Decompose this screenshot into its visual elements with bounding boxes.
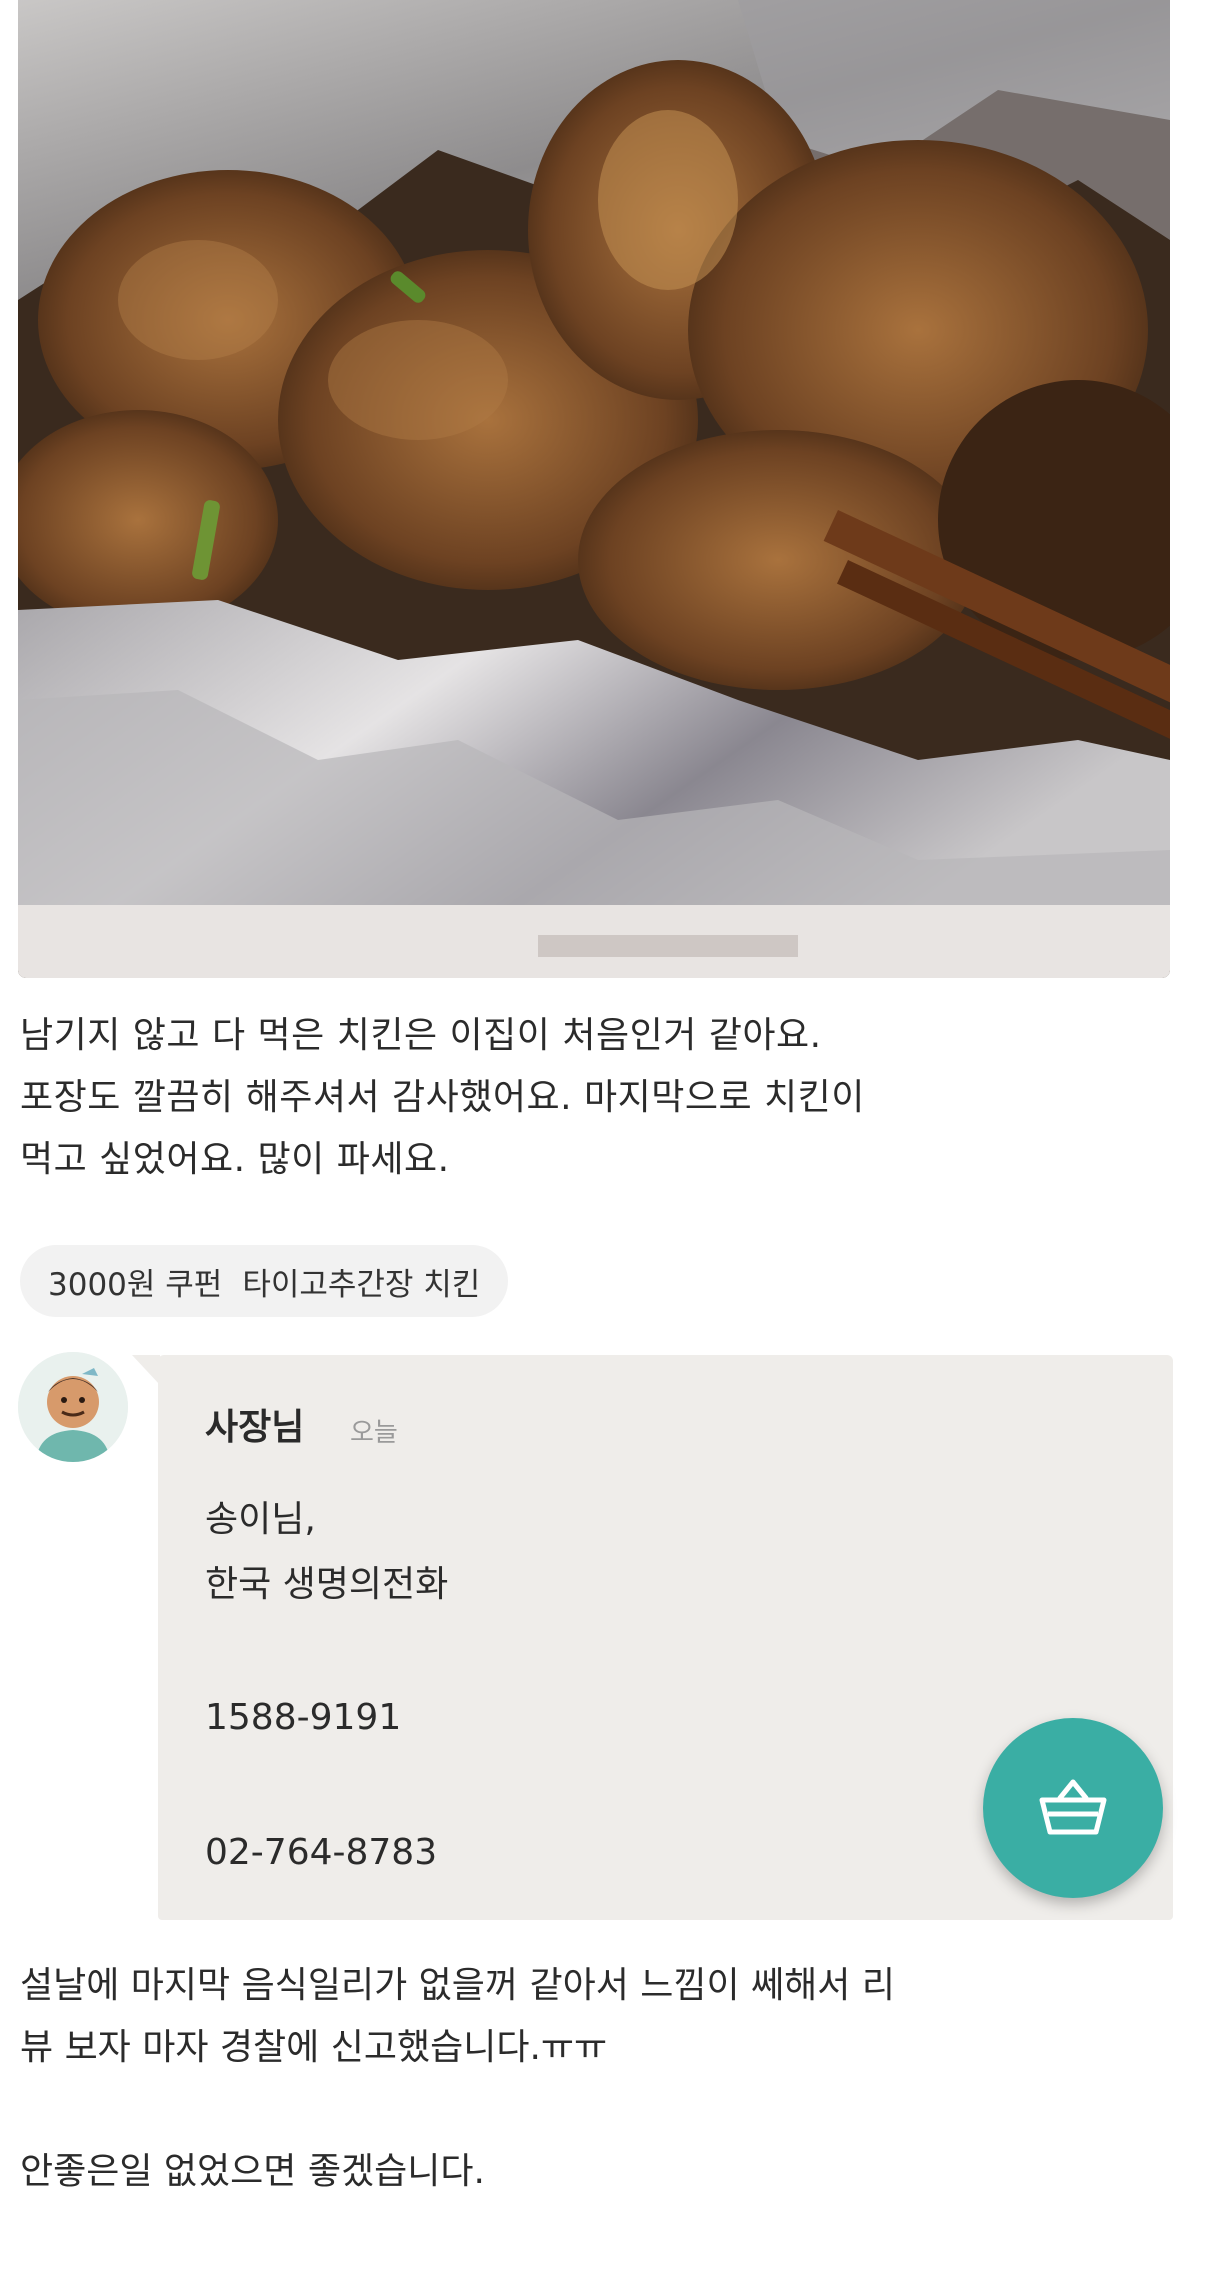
tag-menu: 타이고추간장 치킨 bbox=[242, 1266, 481, 1303]
post-body: 설날에 마지막 음식일리가 없을꺼 같아서 느낌이 쎄해서 리 뷰 보자 마자 … bbox=[20, 1955, 1190, 2203]
review-body: 남기지 않고 다 먹은 치킨은 이집이 처음인거 같아요. 포장도 깔끔히 해주… bbox=[20, 1005, 1180, 1191]
reply-time: 오늘 bbox=[350, 1418, 398, 1448]
fried-chicken-photo bbox=[18, 0, 1170, 978]
reply-phone: 1588-9191 bbox=[205, 1697, 402, 1738]
reply-bubble-tail bbox=[132, 1355, 160, 1385]
review-line: 포장도 깔끔히 해주셔서 감사했어요. 마지막으로 치킨이 bbox=[20, 1077, 865, 1118]
post-line: 설날에 마지막 음식일리가 없을꺼 같아서 느낌이 쎄해서 리 bbox=[20, 1965, 895, 2006]
tag-coupon: 3000원 쿠펀 bbox=[48, 1266, 223, 1303]
review-photo[interactable] bbox=[18, 0, 1170, 978]
tag-chip: 3000원 쿠펀 타이고추간장 치킨 bbox=[20, 1245, 509, 1317]
review-tags: 3000원 쿠펀 타이고추간장 치킨 bbox=[20, 1245, 509, 1317]
reply-author: 사장님 bbox=[205, 1407, 305, 1448]
basket-icon bbox=[1039, 1779, 1107, 1835]
review-line: 먹고 싶었어요. 많이 파세요. bbox=[20, 1139, 450, 1180]
reply-line: 한국 생명의전화 bbox=[205, 1564, 449, 1605]
reply-phone: 02-764-8783 bbox=[205, 1832, 438, 1873]
review-line: 남기지 않고 다 먹은 치킨은 이집이 처음인거 같아요. bbox=[20, 1015, 822, 1056]
post-line: 안좋은일 없었으면 좋겠습니다. bbox=[20, 2151, 485, 2192]
owner-avatar[interactable] bbox=[18, 1352, 128, 1462]
owner-avatar-illustration bbox=[18, 1352, 128, 1462]
post-line bbox=[20, 2079, 1190, 2141]
cart-fab-button[interactable] bbox=[983, 1718, 1163, 1898]
post-line: 뷰 보자 마자 경찰에 신고했습니다.ㅠㅠ bbox=[20, 2027, 608, 2068]
reply-line: 송이님, bbox=[205, 1499, 316, 1540]
